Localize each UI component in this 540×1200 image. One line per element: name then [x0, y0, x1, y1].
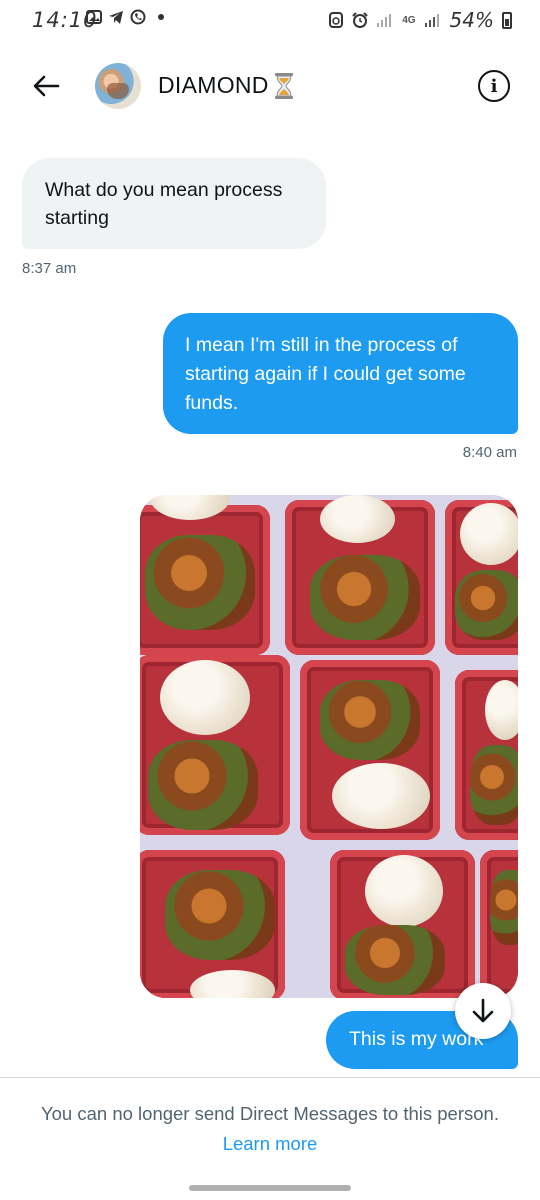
learn-more-link[interactable]: Learn more — [0, 1133, 540, 1155]
gallery-icon — [86, 10, 102, 24]
footer-divider — [0, 1077, 540, 1078]
home-indicator[interactable] — [189, 1185, 351, 1191]
status-bar: 14:10 4G 54% — [0, 0, 540, 40]
battery-icon — [502, 11, 512, 29]
egusi-stew — [320, 680, 420, 760]
contact-name[interactable]: DIAMOND — [158, 72, 269, 99]
whatsapp-icon — [130, 9, 146, 25]
arrow-left-icon — [33, 75, 60, 97]
egusi-stew — [490, 870, 518, 945]
conversation-header: DIAMOND i — [0, 52, 540, 122]
message-photo[interactable] — [140, 495, 518, 998]
egusi-stew — [455, 570, 518, 640]
info-icon: i — [490, 75, 498, 97]
alarm-icon — [352, 12, 368, 28]
info-button[interactable]: i — [478, 70, 510, 102]
egusi-stew — [470, 745, 518, 825]
recycle-icon — [329, 12, 344, 28]
signal-2-icon — [424, 14, 439, 27]
egusi-stew — [165, 870, 275, 960]
swallow-ball — [365, 855, 443, 927]
back-button[interactable] — [28, 68, 64, 104]
swallow-ball — [320, 495, 395, 543]
swallow-ball — [485, 680, 518, 740]
avatar[interactable] — [95, 63, 141, 109]
hourglass-icon — [275, 73, 293, 99]
system-icons: 4G 54% — [328, 8, 512, 32]
egusi-stew — [310, 555, 420, 640]
egusi-stew — [345, 925, 445, 995]
swallow-ball — [460, 503, 518, 565]
egusi-stew — [148, 740, 258, 830]
telegram-icon — [109, 11, 123, 24]
swallow-ball — [332, 763, 430, 829]
network-type: 4G — [402, 14, 416, 26]
scroll-to-bottom-button[interactable] — [455, 983, 511, 1039]
arrow-down-icon — [472, 998, 494, 1023]
message-incoming[interactable]: What do you mean process starting — [22, 158, 326, 249]
swallow-ball — [160, 660, 250, 735]
message-timestamp: 8:37 am — [22, 260, 77, 277]
message-timestamp: 8:40 am — [462, 444, 517, 461]
dm-disabled-notice: You can no longer send Direct Messages t… — [41, 1103, 499, 1124]
more-notifications-dot — [158, 14, 164, 20]
battery-percent: 54% — [449, 8, 494, 32]
signal-icon — [377, 14, 392, 27]
notification-icons — [86, 9, 164, 25]
message-outgoing[interactable]: I mean I'm still in the process of start… — [163, 313, 518, 434]
egusi-stew — [145, 535, 255, 630]
